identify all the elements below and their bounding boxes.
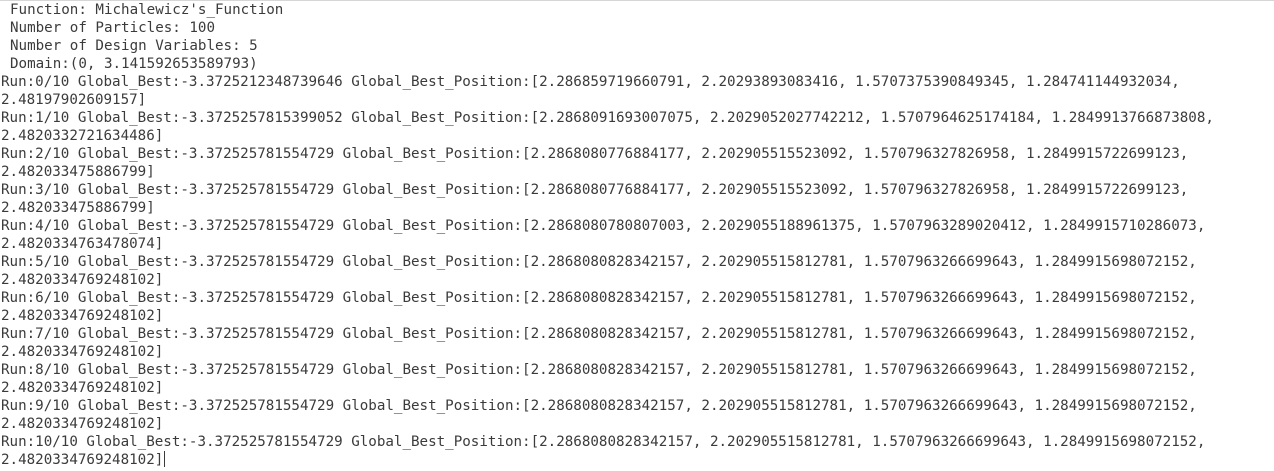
run-10-result-line: Run:10/10 Global_Best:-3.372525781554729… [1,434,1206,450]
run-10-position-tail: 2.4820334769248102] [1,452,164,468]
run-10-position-tail-row: 2.4820334769248102] [0,451,1274,469]
top-divider [0,0,1274,1]
run-5-position-tail: 2.4820334769248102] [1,272,164,288]
run-3-position-tail: 2.482033475886799] [1,200,155,216]
run-7-position-tail: 2.4820334769248102] [1,344,164,360]
run-4-result-line: Run:4/10 Global_Best:-3.372525781554729 … [1,218,1206,234]
run-8-result-line: Run:8/10 Global_Best:-3.372525781554729 … [1,362,1197,378]
function-line: Function: Michalewicz's_Function [10,2,284,18]
design-variables-line: Number of Design Variables: 5 [10,38,258,54]
run-5-result-line: Run:5/10 Global_Best:-3.372525781554729 … [1,254,1197,270]
domain-line: Domain:(0, 3.141592653589793) [10,56,258,72]
run-8-position-tail: 2.4820334769248102] [1,380,164,396]
terminal-output[interactable]: Function: Michalewicz's_Function Number … [0,0,1274,471]
run-6-result-line: Run:6/10 Global_Best:-3.372525781554729 … [1,290,1197,306]
run-7-result-line: Run:7/10 Global_Best:-3.372525781554729 … [1,326,1197,342]
run-9-result-line: Run:9/10 Global_Best:-3.372525781554729 … [1,398,1197,414]
run-3-result-line: Run:3/10 Global_Best:-3.372525781554729 … [1,182,1189,198]
run-4-position-tail: 2.4820334763478074] [1,236,164,252]
run-0-position-tail: 2.48197902609157] [1,92,147,108]
run-2-result-line: Run:2/10 Global_Best:-3.372525781554729 … [1,146,1189,162]
run-1-result-line: Run:1/10 Global_Best:-3.3725257815399052… [1,110,1214,126]
run-0-result-line: Run:0/10 Global_Best:-3.3725212348739646… [1,74,1180,90]
run-2-position-tail: 2.482033475886799] [1,164,155,180]
text-cursor [164,451,166,467]
run-1-position-tail: 2.4820332721634486] [1,128,164,144]
run-9-position-tail: 2.4820334769248102] [1,416,164,432]
particles-line: Number of Particles: 100 [10,20,215,36]
run-6-position-tail: 2.4820334769248102] [1,308,164,324]
